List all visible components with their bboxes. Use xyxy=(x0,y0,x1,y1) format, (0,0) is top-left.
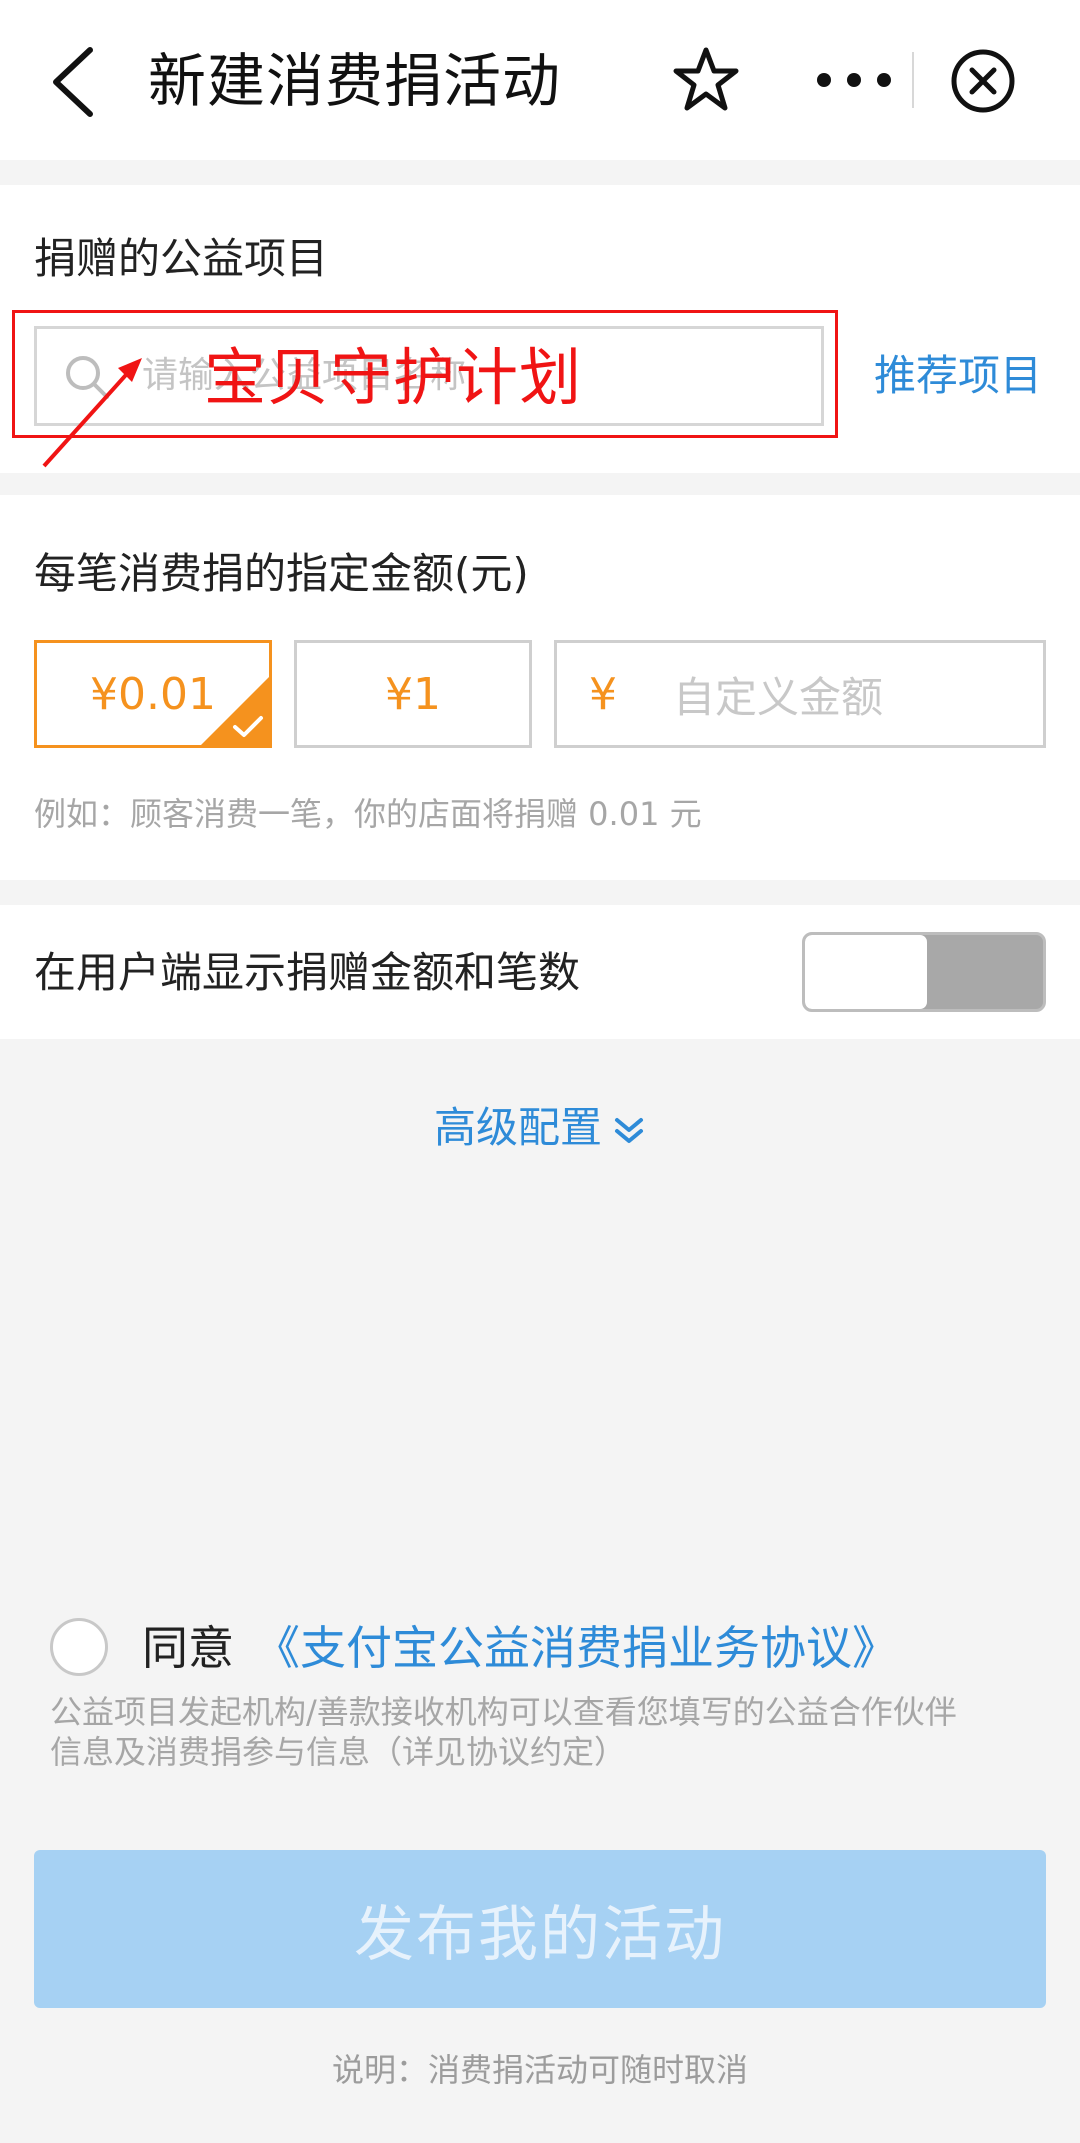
page-title: 新建消费捐活动 xyxy=(148,47,562,115)
custom-amount-input[interactable]: ¥ 自定义金额 xyxy=(554,640,1046,748)
agreement-link[interactable]: 《支付宝公益消费捐业务协议》 xyxy=(254,1616,898,1680)
agree-radio[interactable] xyxy=(50,1618,108,1676)
amount-option-1[interactable]: ¥1 xyxy=(294,640,532,748)
project-label: 捐赠的公益项目 xyxy=(34,234,329,283)
currency-symbol: ¥ xyxy=(589,668,617,720)
cancel-note: 说明：消费捐活动可随时取消 xyxy=(331,2051,748,2089)
divider xyxy=(912,52,914,108)
amount-label: 每笔消费捐的指定金额(元) xyxy=(34,549,529,598)
back-arrow-icon[interactable] xyxy=(44,42,104,122)
custom-amount-placeholder: 自定义金额 xyxy=(673,672,884,722)
checkmark-icon xyxy=(233,716,263,737)
agree-label: 同意 xyxy=(142,1621,234,1675)
toggle-knob xyxy=(805,935,927,1009)
double-chevron-down-icon xyxy=(615,1117,643,1143)
amount-option-label: ¥0.01 xyxy=(90,668,216,720)
star-icon[interactable] xyxy=(672,46,740,114)
annotation-arrow-icon xyxy=(38,352,148,472)
amount-option-0-01[interactable]: ¥0.01 xyxy=(34,640,272,748)
display-toggle-label: 在用户端显示捐赠金额和笔数 xyxy=(34,948,581,997)
agreement-notice-line: 信息及消费捐参与信息（详见协议约定） xyxy=(50,1733,627,1771)
advanced-config-link[interactable]: 高级配置 xyxy=(0,1100,1080,1156)
close-icon[interactable] xyxy=(950,48,1016,114)
publish-button[interactable]: 发布我的活动 xyxy=(34,1850,1046,2008)
display-toggle-switch[interactable] xyxy=(802,932,1046,1012)
amount-option-label: ¥1 xyxy=(385,668,441,720)
amount-example-text: 例如：顾客消费一笔，你的店面将捐赠 0.01 元 xyxy=(34,795,702,833)
annotation-text: 宝贝守护计划 xyxy=(204,341,583,414)
advanced-config-label: 高级配置 xyxy=(433,1103,602,1152)
agreement-notice-line: 公益项目发起机构/善款接收机构可以查看您填写的公益合作伙伴 xyxy=(50,1693,957,1731)
more-options-icon[interactable] xyxy=(814,60,894,100)
agreement-notice: 公益项目发起机构/善款接收机构可以查看您填写的公益合作伙伴 信息及消费捐参与信息… xyxy=(50,1692,1050,1772)
recommend-project-link[interactable]: 推荐项目 xyxy=(874,350,1042,402)
